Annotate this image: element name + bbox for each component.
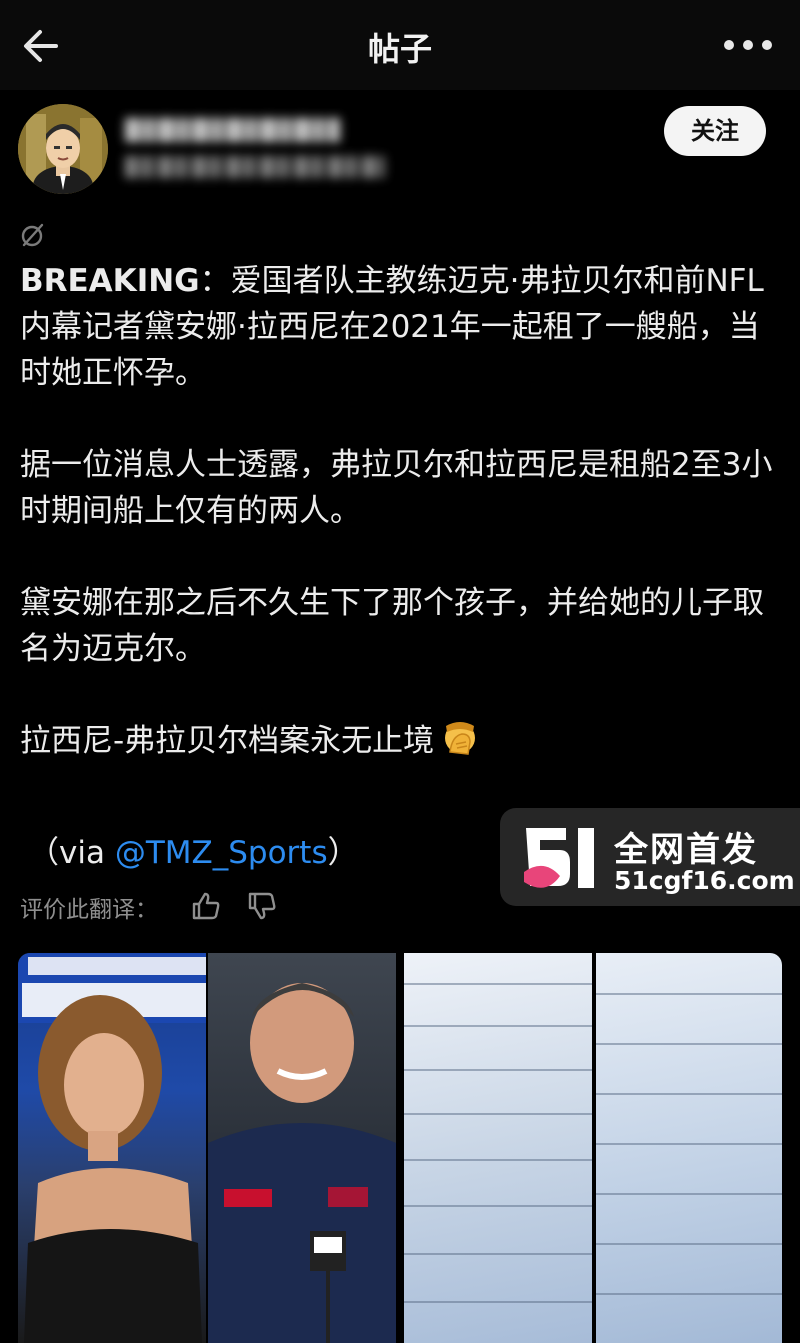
post-paragraph-2: 据一位消息人士透露，弗拉贝尔和拉西尼是租船2至3小时期间船上仅有的两人。: [20, 447, 773, 529]
rate-translation-label: 评价此翻译：: [20, 897, 158, 923]
post-paragraph-4-text: 拉西尼-弗拉贝尔档案永无止境: [20, 723, 435, 759]
follow-button[interactable]: 关注: [664, 106, 766, 156]
breaking-label: BREAKING: [20, 263, 200, 299]
photo-coach-image: [208, 983, 396, 1343]
avatar-cartoon-image: [18, 104, 108, 194]
breaking-separator: ：: [199, 263, 231, 299]
translate-icon[interactable]: [20, 222, 46, 248]
thumb-down-icon[interactable]: [246, 890, 278, 922]
post-paragraph: BREAKING：爱国者队主教练迈克·弗拉贝尔和前NFL内幕记者黛安娜·拉西尼在…: [20, 258, 785, 396]
face-palm-emoji: [445, 722, 476, 755]
via-source: （via @TMZ_Sports）: [28, 830, 359, 876]
media-photo-document-2[interactable]: [596, 953, 782, 1343]
site-watermark: 全网首发 51cgf16.com: [500, 808, 800, 906]
media-photo-document-1[interactable]: [404, 953, 592, 1343]
author-name-redacted: [125, 118, 340, 142]
media-photo-coach[interactable]: [208, 953, 396, 1343]
post-text: BREAKING：爱国者队主教练迈克·弗拉贝尔和前NFL内幕记者黛安娜·拉西尼在…: [20, 258, 785, 764]
photo-woman-image: [18, 953, 206, 1343]
more-dot: [743, 40, 753, 50]
watermark-url: 51cgf16.com: [614, 866, 795, 895]
more-options-button[interactable]: [724, 34, 772, 56]
top-bar: 帖子: [0, 0, 800, 90]
author-handle-redacted: [125, 156, 385, 178]
watermark-logo-icon: [524, 828, 594, 888]
media-photo-woman[interactable]: [18, 953, 206, 1343]
via-prefix: （via: [28, 835, 115, 871]
thumb-up-icon[interactable]: [190, 890, 222, 922]
more-dot: [762, 40, 772, 50]
post-paragraph-4: 拉西尼-弗拉贝尔档案永无止境: [20, 718, 785, 764]
watermark-title: 全网首发: [614, 830, 758, 870]
more-dot: [724, 40, 734, 50]
page-title: 帖子: [367, 30, 432, 68]
via-suffix: ）: [327, 835, 359, 871]
post-paragraph-3: 黛安娜在那之后不久生下了那个孩子，并给她的儿子取名为迈克尔。: [20, 585, 764, 667]
author-avatar[interactable]: [18, 104, 108, 194]
tmz-sports-link[interactable]: @TMZ_Sports: [115, 835, 328, 871]
